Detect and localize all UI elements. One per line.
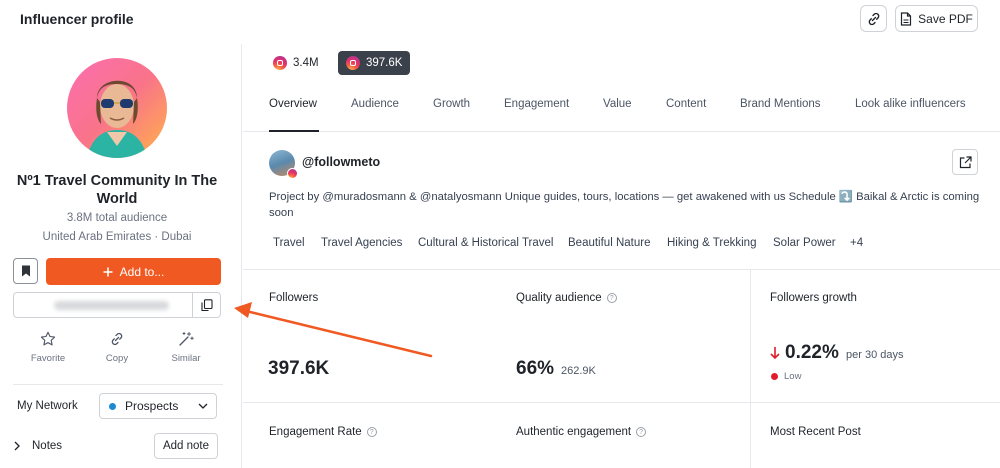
bookmark-button[interactable]: [13, 258, 38, 284]
profile-tabs: Overview Audience Growth Engagement Valu…: [243, 98, 1000, 132]
avatar: [67, 58, 167, 158]
followers-label: Followers: [269, 292, 318, 304]
status-dot: [109, 402, 116, 410]
tag[interactable]: Cultural & Historical Travel: [418, 237, 553, 249]
instagram-icon: [273, 56, 287, 70]
total-audience: 3.8M total audience: [66, 212, 168, 224]
tag[interactable]: Travel Agencies: [321, 237, 402, 249]
section-divider: [243, 269, 1000, 270]
tag[interactable]: Beautiful Nature: [568, 237, 650, 249]
save-pdf-button[interactable]: Save PDF: [895, 5, 978, 32]
add-note-button[interactable]: Add note: [154, 433, 218, 459]
similar-label: Similar: [171, 353, 201, 364]
followers-growth-value: 0.22%: [785, 342, 839, 363]
authentic-engagement-label: Authentic engagement?: [516, 426, 647, 438]
tab-audience[interactable]: Audience: [351, 98, 399, 110]
platform-pill-instagram-1[interactable]: 3.4M: [273, 51, 319, 75]
open-external-button[interactable]: [952, 149, 978, 175]
help-icon[interactable]: ?: [606, 293, 617, 303]
favorite-action[interactable]: Favorite: [18, 331, 78, 364]
bookmark-icon: [21, 265, 30, 277]
copy-contact-button[interactable]: [192, 293, 220, 317]
top-bar: Influencer profile Save PDF: [0, 0, 1000, 40]
quality-label-text: Quality audience: [516, 292, 602, 304]
external-link-icon: [959, 155, 972, 168]
profile-name: Nº1 Travel Community In The World: [16, 173, 218, 207]
link-icon: [868, 12, 879, 25]
growth-period: per 30 days: [846, 349, 904, 361]
active-tab-indicator: [269, 130, 319, 132]
profile-actions: Favorite Copy Similar: [14, 331, 224, 371]
copy-action[interactable]: Copy: [87, 331, 147, 364]
quality-audience-count: 262.9K: [561, 365, 596, 377]
more-tags[interactable]: +4: [850, 237, 863, 249]
account-bio: Project by @muradosmann & @natalyosmann …: [269, 191, 980, 219]
plus-icon: [103, 267, 113, 276]
followers-value: 397.6K: [268, 358, 330, 379]
account-handle[interactable]: @followmeto: [302, 155, 380, 169]
document-icon: [901, 11, 912, 26]
tag[interactable]: Solar Power: [773, 237, 836, 249]
location: United Arab Emirates · Dubai: [42, 231, 192, 243]
followers-label-text: Followers: [269, 292, 319, 304]
platform-count: 397.6K: [366, 57, 403, 69]
network-value: Prospects: [125, 399, 179, 413]
engagement-rate-text: Engagement Rate: [269, 426, 362, 438]
engagement-rate-label: Engagement Rate?: [269, 426, 377, 438]
growth-label-text: Followers growth: [770, 292, 857, 304]
link-icon: [111, 332, 123, 346]
network-label: My Network: [17, 400, 78, 412]
save-pdf-label: Save PDF: [918, 11, 973, 26]
tab-content[interactable]: Content: [666, 98, 706, 110]
most-recent-post-label: Most Recent Post: [770, 426, 861, 438]
notes-label: Notes: [32, 440, 63, 452]
magic-wand-icon: [179, 332, 194, 346]
blurred-contact: [54, 301, 169, 310]
star-icon: [40, 331, 56, 346]
instagram-icon: [346, 56, 360, 70]
contact-field[interactable]: [13, 292, 221, 318]
similar-action[interactable]: Similar: [156, 331, 216, 364]
copy-label: Copy: [105, 353, 129, 364]
quality-audience-value: 66%: [516, 358, 555, 379]
low-dot: [771, 373, 778, 380]
followers-growth-label: Followers growth: [770, 292, 857, 304]
sidebar-divider: [13, 384, 223, 385]
platform-pill-instagram-2[interactable]: 397.6K: [338, 51, 411, 75]
growth-level-badge: Low: [771, 371, 801, 382]
copy-link-button[interactable]: [860, 5, 887, 32]
help-icon[interactable]: ?: [366, 427, 377, 437]
tag[interactable]: Travel: [273, 237, 305, 249]
favorite-label: Favorite: [30, 353, 66, 364]
account-avatar: [269, 150, 298, 179]
authentic-text: Authentic engagement: [516, 426, 632, 438]
row-divider: [243, 402, 1000, 403]
add-to-button[interactable]: Add to...: [46, 258, 221, 285]
help-icon[interactable]: ?: [636, 427, 647, 437]
page-title: Influencer profile: [20, 11, 134, 27]
tag[interactable]: Hiking & Trekking: [667, 237, 756, 249]
instagram-badge-icon: [287, 168, 298, 179]
quality-audience-label: Quality audience?: [516, 292, 617, 304]
main-content: 3.4M 397.6K Overview Audience Growth Eng…: [243, 40, 1000, 468]
arrow-down-icon: [770, 347, 780, 360]
network-select[interactable]: Prospects: [99, 393, 217, 419]
tab-look-alike-influencers[interactable]: Look alike influencers: [855, 98, 966, 110]
tab-value[interactable]: Value: [603, 98, 632, 110]
profile-sidebar: Nº1 Travel Community In The World 3.8M t…: [0, 44, 242, 468]
add-to-label: Add to...: [119, 264, 165, 279]
column-divider: [750, 269, 751, 468]
notes-toggle[interactable]: Notes: [14, 440, 62, 452]
tab-brand-mentions[interactable]: Brand Mentions: [740, 98, 821, 110]
tab-engagement[interactable]: Engagement: [504, 98, 569, 110]
recent-post-text: Most Recent Post: [770, 426, 861, 438]
copy-icon: [200, 298, 213, 311]
chevron-right-icon: [14, 441, 20, 451]
chevron-down-icon: [198, 403, 208, 409]
platform-count: 3.4M: [293, 57, 319, 69]
followers-growth: 0.22%: [770, 342, 839, 364]
tab-overview[interactable]: Overview: [269, 98, 317, 110]
growth-level: Low: [784, 371, 802, 382]
tab-growth[interactable]: Growth: [433, 98, 470, 110]
